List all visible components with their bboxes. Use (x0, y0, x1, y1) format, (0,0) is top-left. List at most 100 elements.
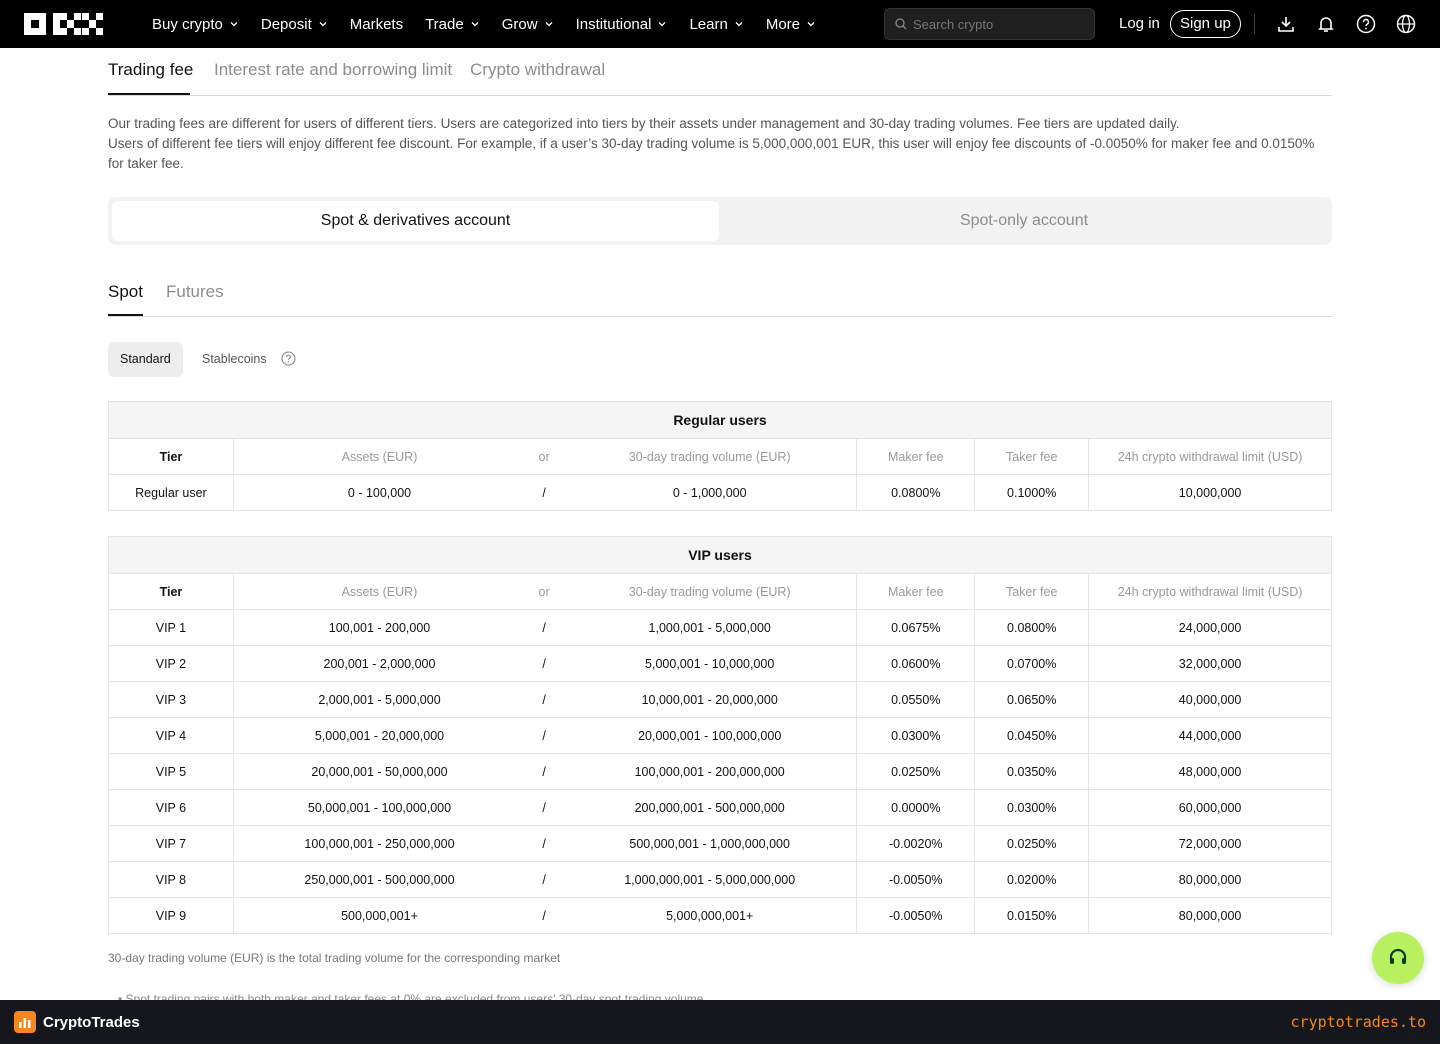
signup-button[interactable]: Sign up (1170, 10, 1241, 38)
support-chat-button[interactable] (1372, 932, 1424, 984)
info-icon[interactable] (281, 351, 296, 366)
nav-item-deposit[interactable]: Deposit (261, 16, 328, 33)
nav-item-trade[interactable]: Trade (425, 16, 480, 33)
chip-stablecoins[interactable]: Stablecoins (190, 342, 279, 377)
tab-trading-fee[interactable]: Trading fee (108, 60, 193, 80)
cell-volume: 5,000,001 - 10,000,000 (563, 645, 858, 682)
regular-users-caption: Regular users (108, 401, 1332, 439)
table-row: VIP 2 200,001 - 2,000,000/5,000,001 - 10,… (108, 645, 1332, 682)
cell-assets: 200,001 - 2,000,000 (233, 645, 526, 682)
tab-spot[interactable]: Spot (108, 282, 143, 302)
chevron-down-icon (807, 22, 815, 27)
cell-taker-fee: 0.0800% (974, 609, 1090, 646)
cell-volume: 200,000,001 - 500,000,000 (563, 789, 858, 826)
nav-item-buy-crypto[interactable]: Buy crypto (152, 16, 239, 33)
cell-maker-fee: 0.0550% (856, 681, 976, 718)
cell-maker-fee: -0.0050% (856, 861, 976, 898)
col-taker-fee: Taker fee (974, 573, 1090, 610)
nav-item-label: Learn (689, 15, 728, 33)
cell-or: / (525, 861, 564, 898)
spot-only-account-toggle[interactable]: Spot-only account (720, 201, 1328, 241)
top-nav: Buy crypto Deposit Markets Trade Grow Institu… (0, 0, 1440, 48)
exclusion-footnote: • Spot trading pairs with both maker and… (118, 992, 703, 1000)
nav-item-institutional[interactable]: Institutional (576, 16, 668, 33)
cell-assets: 250,000,001 - 500,000,000 (233, 861, 526, 898)
table-header-row: Tier Assets (EUR) or 30-day trading volu… (108, 438, 1332, 475)
cell-volume: 1,000,001 - 5,000,000 (563, 609, 858, 646)
cell-volume: 20,000,001 - 100,000,000 (563, 717, 858, 754)
search-box[interactable] (884, 8, 1095, 40)
nav-item-learn[interactable]: Learn (689, 16, 743, 33)
col-assets: Assets (EUR) (233, 438, 526, 475)
cell-maker-fee: 0.0600% (856, 645, 976, 682)
cell-taker-fee: 0.0300% (974, 789, 1090, 826)
cell-withdrawal-limit: 44,000,000 (1088, 717, 1332, 754)
cell-maker-fee: 0.0800% (856, 474, 976, 511)
nav-item-label: Markets (349, 15, 404, 33)
cell-volume: 100,000,001 - 200,000,000 (563, 753, 858, 790)
col-withdrawal-limit: 24h crypto withdrawal limit (USD) (1088, 573, 1332, 610)
banner-url[interactable]: cryptotrades.to (1291, 1013, 1426, 1031)
nav-item-label: Buy crypto (152, 15, 223, 33)
col-withdrawal-limit: 24h crypto withdrawal limit (USD) (1088, 438, 1332, 475)
cell-or: / (525, 609, 564, 646)
cell-tier: VIP 7 (108, 825, 234, 862)
col-taker-fee: Taker fee (974, 438, 1090, 475)
cryptotrades-logo (14, 1011, 36, 1033)
regular-users-table: Regular users Tier Assets (EUR) or 30-da… (108, 401, 1332, 511)
cell-taker-fee: 0.0150% (974, 897, 1090, 934)
market-tabs: Spot Futures (108, 270, 1332, 317)
chevron-down-icon (471, 22, 479, 27)
cell-tier: VIP 5 (108, 753, 234, 790)
cell-maker-fee: 0.0300% (856, 717, 976, 754)
download-icon[interactable] (1276, 14, 1296, 34)
chip-standard[interactable]: Standard (108, 342, 183, 377)
login-link[interactable]: Log in (1119, 15, 1160, 32)
cell-maker-fee: 0.0675% (856, 609, 976, 646)
cell-or: / (525, 789, 564, 826)
cell-assets: 5,000,001 - 20,000,000 (233, 717, 526, 754)
cell-tier: VIP 9 (108, 897, 234, 934)
tab-futures[interactable]: Futures (166, 282, 224, 302)
description-line-1: Our trading fees are different for users… (108, 116, 1180, 131)
cell-volume: 5,000,000,001+ (563, 897, 858, 934)
globe-icon[interactable] (1396, 14, 1416, 34)
nav-divider (1254, 14, 1255, 34)
volume-footnote: 30-day trading volume (EUR) is the total… (108, 951, 561, 965)
cell-maker-fee: -0.0020% (856, 825, 976, 862)
fee-description: Our trading fees are different for users… (108, 114, 1332, 174)
cell-assets: 0 - 100,000 (233, 474, 526, 511)
col-maker-fee: Maker fee (856, 438, 976, 475)
table-row: VIP 8 250,000,001 - 500,000,000/1,000,000… (108, 861, 1332, 898)
cell-volume: 10,000,001 - 20,000,000 (563, 681, 858, 718)
cell-maker-fee: -0.0050% (856, 897, 976, 934)
cell-withdrawal-limit: 60,000,000 (1088, 789, 1332, 826)
col-or: or (525, 438, 564, 475)
banner-title: CryptoTrades (43, 1014, 140, 1031)
col-tier: Tier (108, 438, 234, 475)
search-input[interactable] (913, 16, 1083, 32)
cell-volume: 1,000,000,001 - 5,000,000,000 (563, 861, 858, 898)
nav-item-grow[interactable]: Grow (502, 16, 554, 33)
table-row: VIP 3 2,000,001 - 5,000,000/10,000,001 - … (108, 681, 1332, 718)
tab-crypto-withdrawal[interactable]: Crypto withdrawal (470, 60, 605, 80)
nav-item-markets[interactable]: Markets (350, 16, 403, 33)
cell-assets: 20,000,001 - 50,000,000 (233, 753, 526, 790)
help-icon[interactable] (1356, 14, 1376, 34)
spot-derivatives-account-toggle[interactable]: Spot & derivatives account (112, 201, 719, 241)
vip-users-caption: VIP users (108, 536, 1332, 574)
bell-icon[interactable] (1316, 14, 1336, 34)
cell-tier: VIP 1 (108, 609, 234, 646)
description-line-2: Users of different fee tiers will enjoy … (108, 136, 1315, 171)
cell-taker-fee: 0.0700% (974, 645, 1090, 682)
cell-withdrawal-limit: 10,000,000 (1088, 474, 1332, 511)
cell-tier: Regular user (108, 474, 234, 511)
chevron-down-icon (230, 22, 238, 27)
nav-item-more[interactable]: More (766, 16, 816, 33)
table-row: Regular user 0 - 100,000/0 - 1,000,000 0.0… (108, 474, 1332, 511)
tab-interest-rate[interactable]: Interest rate and borrowing limit (214, 60, 452, 80)
cell-or: / (525, 825, 564, 862)
bottom-banner: CryptoTrades cryptotrades.to (0, 1000, 1440, 1044)
okx-logo[interactable] (24, 13, 104, 35)
cell-taker-fee: 0.0350% (974, 753, 1090, 790)
